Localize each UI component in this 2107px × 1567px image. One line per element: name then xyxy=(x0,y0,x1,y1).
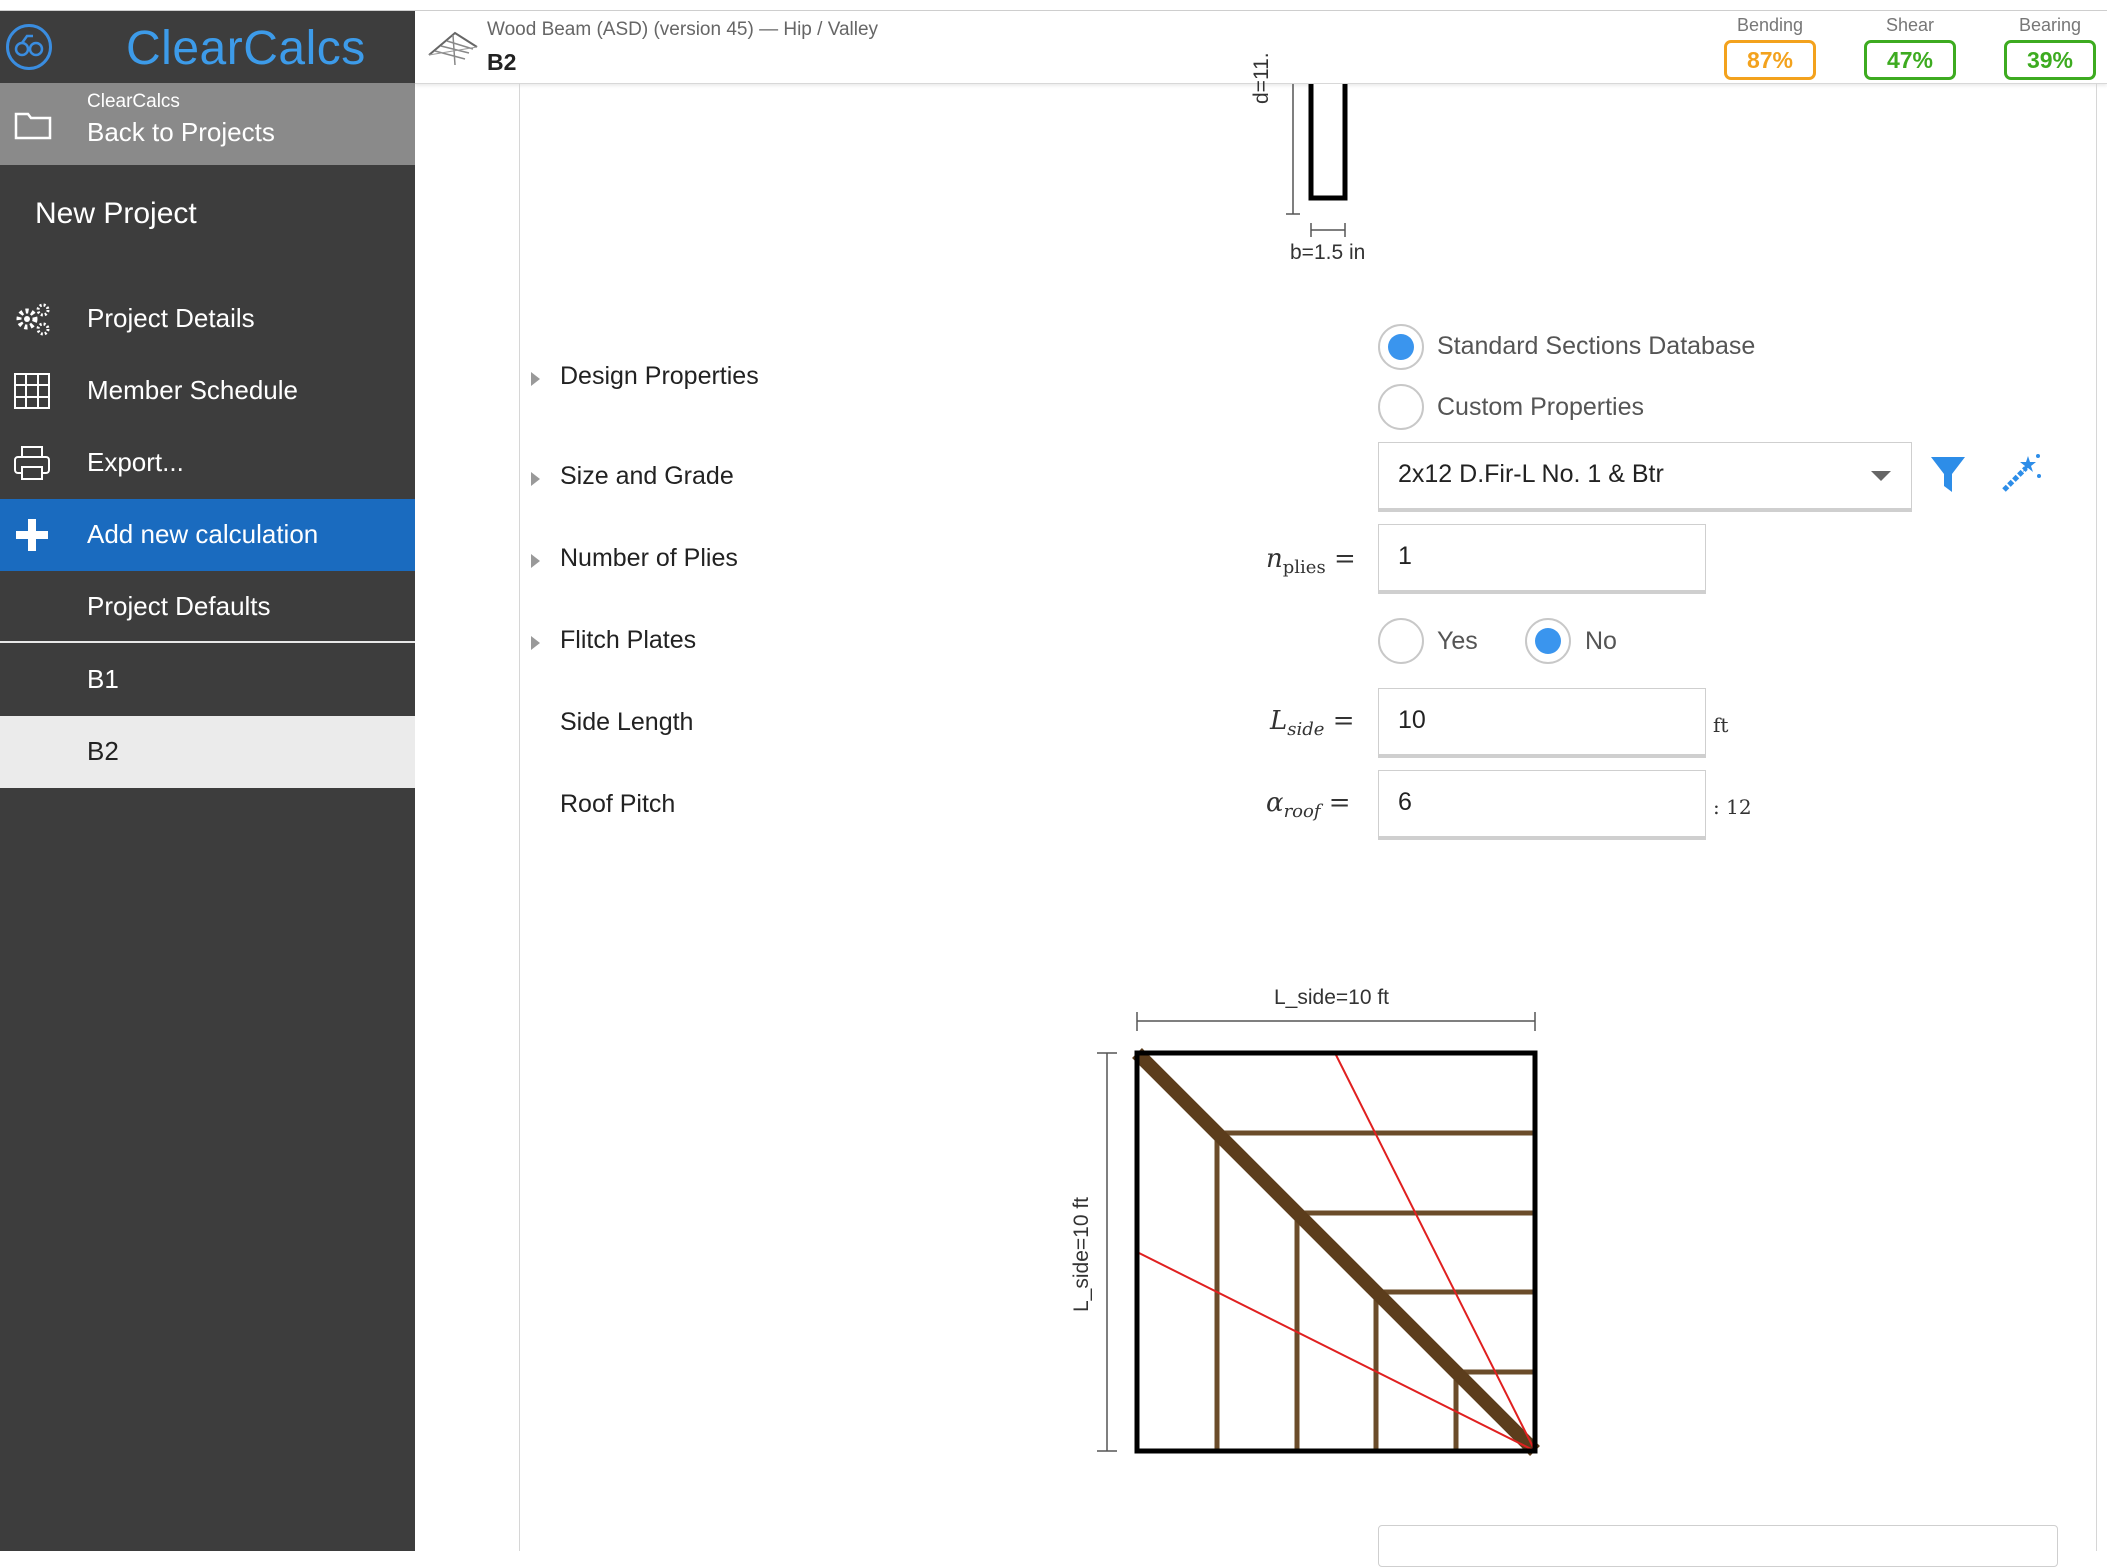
radio-label: No xyxy=(1585,627,1617,655)
radio-custom-properties[interactable] xyxy=(1378,384,1424,430)
radio-standard-sections[interactable] xyxy=(1378,324,1424,370)
printer-icon xyxy=(14,446,50,480)
width-dimension-label: b=1.5 in xyxy=(1290,241,1366,264)
content-right-border xyxy=(2096,83,2097,1551)
calc-label: B2 xyxy=(87,736,119,766)
logo-icon xyxy=(6,24,52,70)
app-logo-text: ClearCalcs xyxy=(126,22,366,75)
radio-flitch-yes[interactable] xyxy=(1378,618,1424,664)
expand-caret-icon[interactable] xyxy=(531,472,540,486)
design-properties-label: Design Properties xyxy=(560,362,759,390)
sidebar-item-member-schedule[interactable]: Member Schedule xyxy=(0,355,415,427)
sidebar-item-export[interactable]: Export... xyxy=(0,427,415,499)
back-to-projects-button[interactable]: ClearCalcs Back to Projects xyxy=(0,83,415,165)
next-field-partial[interactable] xyxy=(1378,1525,2058,1567)
back-breadcrumb: ClearCalcs xyxy=(87,91,180,112)
badge-value: 39% xyxy=(2004,40,2096,80)
size-grade-select[interactable]: 2x12 D.Fir-L No. 1 & Btr xyxy=(1378,442,1912,512)
select-value: 2x12 D.Fir-L No. 1 & Btr xyxy=(1398,460,1664,488)
back-label: Back to Projects xyxy=(87,117,275,147)
plus-icon xyxy=(16,519,48,551)
sidebar-item-label: Export... xyxy=(87,447,184,477)
depth-dimension-label: d=11. xyxy=(1250,52,1273,104)
calc-title: B2 xyxy=(487,49,517,75)
badge-label: Shear xyxy=(1885,15,1935,35)
roof-pitch-symbol: αroof = xyxy=(1266,788,1351,823)
gears-icon xyxy=(16,303,50,336)
radio-label: Custom Properties xyxy=(1437,393,1645,421)
roof-pitch-unit: : 12 xyxy=(1713,795,1752,819)
flitch-plates-label: Flitch Plates xyxy=(560,626,697,654)
sidebar-item-project-defaults[interactable]: Project Defaults xyxy=(0,571,415,643)
sidebar: ClearCalcs ClearCalcs Back to Projects N… xyxy=(0,11,415,1551)
roof-pitch-input[interactable]: 6 xyxy=(1378,770,1706,840)
plies-symbol: nplies = xyxy=(1266,544,1356,579)
calc-type-subtitle: Wood Beam (ASD) (version 45) — Hip / Val… xyxy=(487,19,879,40)
expand-caret-icon[interactable] xyxy=(531,636,540,650)
expand-caret-icon[interactable] xyxy=(531,372,540,386)
shear-badge[interactable]: Shear 47% xyxy=(1864,11,1956,80)
expand-caret-icon[interactable] xyxy=(531,554,540,568)
magic-wand-icon[interactable] xyxy=(2000,452,2042,494)
hip-valley-plan-drawing xyxy=(1097,1012,1540,1456)
size-grade-label: Size and Grade xyxy=(560,462,734,490)
sidebar-item-label: Project Defaults xyxy=(87,591,271,621)
project-name[interactable]: New Project xyxy=(35,197,197,231)
sidebar-item-project-details[interactable]: Project Details xyxy=(0,283,415,355)
plies-label: Number of Plies xyxy=(560,544,738,572)
side-length-unit: ft xyxy=(1713,713,1729,737)
calc-item-b2[interactable]: B2 xyxy=(0,716,415,788)
radio-label: Yes xyxy=(1437,627,1478,655)
radio-label: Standard Sections Database xyxy=(1437,332,1756,360)
bearing-badge[interactable]: Bearing 39% xyxy=(2004,11,2096,80)
radio-flitch-no[interactable] xyxy=(1525,618,1571,664)
sidebar-item-label: Project Details xyxy=(87,303,255,333)
badge-value: 87% xyxy=(1724,40,1816,80)
window-top-strip xyxy=(0,0,2107,11)
sidebar-item-label: Add new calculation xyxy=(87,519,319,549)
calc-item-b1[interactable]: B1 xyxy=(0,644,415,716)
side-length-symbol: Lside = xyxy=(1270,706,1355,741)
chevron-down-icon xyxy=(1871,471,1891,481)
badge-label: Bearing xyxy=(2018,15,2082,35)
badge-label: Bending xyxy=(1736,15,1804,35)
content-left-border xyxy=(519,83,520,1551)
roof-pitch-label: Roof Pitch xyxy=(560,790,676,818)
filter-icon[interactable] xyxy=(1930,456,1966,494)
sidebar-divider xyxy=(0,641,415,643)
folder-icon xyxy=(14,112,52,140)
logo-row[interactable]: ClearCalcs xyxy=(0,11,415,83)
calc-label: B1 xyxy=(87,664,119,694)
bending-badge[interactable]: Bending 87% xyxy=(1724,11,1816,80)
grid-icon xyxy=(14,373,50,409)
hip-valley-icon xyxy=(428,31,478,66)
plies-input[interactable]: 1 xyxy=(1378,524,1706,594)
badge-value: 47% xyxy=(1864,40,1956,80)
side-length-label: Side Length xyxy=(560,708,694,736)
sidebar-item-label: Member Schedule xyxy=(87,375,298,405)
side-length-input[interactable]: 10 xyxy=(1378,688,1706,758)
add-new-calculation-button[interactable]: Add new calculation xyxy=(0,499,415,571)
